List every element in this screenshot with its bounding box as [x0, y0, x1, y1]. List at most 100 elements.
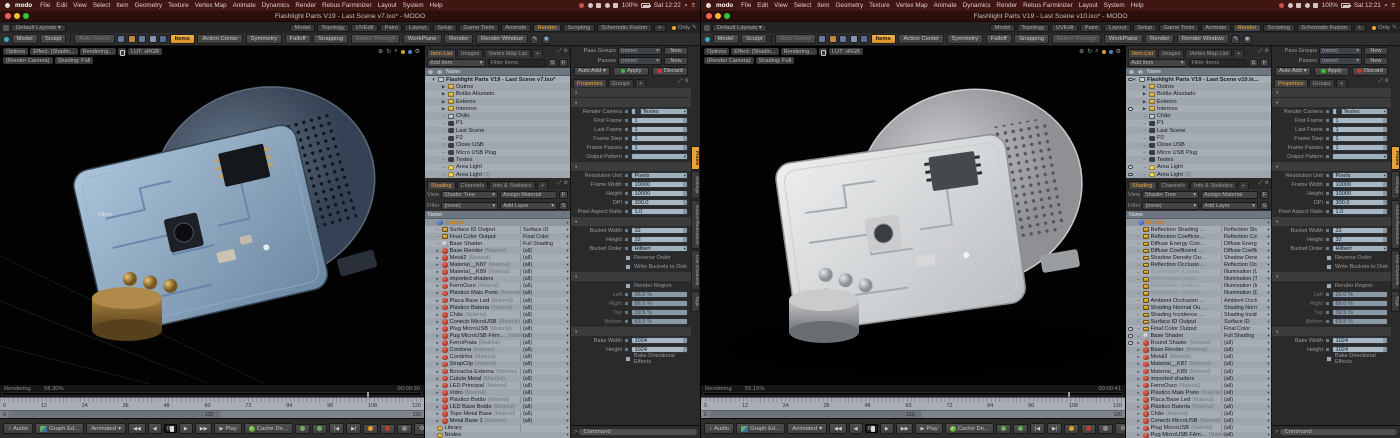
shader-row[interactable]: – Base Shader Full Shading ▾	[1126, 333, 1271, 340]
menu-item[interactable]: Vertex Map	[195, 2, 227, 9]
shader-view-dropdown[interactable]: Shader Tree▾	[1142, 191, 1199, 199]
property-row[interactable]: ▾ Last Frame Last Frame 1	[571, 125, 691, 134]
property-row[interactable]: ▾ Left Left 36.0 %	[1272, 290, 1391, 299]
workplane-button[interactable]: WorkPlane	[403, 34, 442, 44]
action-center-button[interactable]: Action Center	[197, 34, 243, 44]
field-value-box[interactable]: Hilbert	[631, 245, 688, 252]
shader-row[interactable]: ▸ Vidro (Material) (all) ▾	[425, 389, 570, 396]
layout-tab[interactable]: +	[1354, 24, 1366, 32]
vp-gear-icon[interactable]: ⚙	[1116, 48, 1121, 55]
shader-row[interactable]: ▸ Plástico Mais Preto (Material) (all) ▾	[425, 290, 570, 297]
field-value-box[interactable]: 36.0 %	[1332, 291, 1388, 298]
play-button[interactable]: ▶Play	[915, 423, 942, 434]
menu-item[interactable]: Select	[93, 2, 111, 9]
channel-toggle-icon[interactable]	[1325, 338, 1330, 343]
scope-s-button[interactable]: S	[548, 59, 557, 67]
panel-tab[interactable]: Item List	[1128, 49, 1157, 57]
volume-icon[interactable]	[613, 3, 618, 8]
channel-toggle-icon[interactable]	[624, 200, 629, 205]
field-value-box[interactable]: Testes	[1332, 108, 1388, 115]
field-value-box[interactable]: 1024	[1332, 337, 1388, 344]
field-value-box[interactable]: 1	[631, 144, 688, 151]
refresh-button[interactable]	[1013, 424, 1028, 434]
field-value-box[interactable]	[631, 153, 688, 160]
command-input[interactable]: Command	[579, 429, 697, 435]
spotlight-icon[interactable]: ⌕	[684, 2, 688, 10]
item-tree-root[interactable]: ▼Flashlight Parts V19 - Last Scene v7.lx…	[425, 76, 570, 83]
effect-dropdown-icon[interactable]: ▾	[566, 220, 568, 226]
field-value-box[interactable]: 1	[631, 126, 688, 133]
vertical-tab[interactable]: Tags	[1391, 291, 1400, 311]
wifi-icon[interactable]	[1305, 3, 1310, 8]
menu-item[interactable]: Edit	[757, 2, 768, 9]
slider-handle[interactable]	[170, 426, 174, 432]
vp-option-dot2-icon[interactable]	[1109, 50, 1113, 54]
control-center-icon[interactable]: ≡	[691, 2, 695, 9]
effect-dropdown-icon[interactable]: ▾	[1267, 319, 1269, 325]
field-value-box[interactable]: 1	[1332, 135, 1388, 142]
effect-dropdown-icon[interactable]: ▾	[566, 376, 568, 382]
pen-tool-icon[interactable]: ✎	[1231, 35, 1240, 44]
menu-item[interactable]: Select	[794, 2, 812, 9]
minimize-icon[interactable]	[14, 13, 20, 19]
property-row[interactable]: ▾ Bucket Order Bucket Order Hilbert	[1272, 244, 1391, 253]
shader-row[interactable]: ▸ Cutula Metal (Material) (all) ▾	[425, 375, 570, 382]
property-row[interactable]: ▾ DPI DPI 300.0	[571, 198, 691, 207]
effect-dropdown-icon[interactable]: ▾	[566, 276, 568, 282]
channel-toggle-icon[interactable]	[624, 191, 629, 196]
layout-tab[interactable]: Schematic Fusion	[597, 24, 652, 32]
channel-toggle-icon[interactable]	[624, 182, 629, 187]
property-row[interactable]: ▾ Region Region	[1272, 272, 1391, 281]
items-mode-button[interactable]: Items	[871, 34, 896, 44]
panel-tab[interactable]: Channels	[457, 181, 489, 189]
effect-dropdown-icon[interactable]: ▾	[1267, 390, 1269, 396]
effect-dropdown-icon[interactable]: ▾	[566, 347, 568, 353]
field-value-box[interactable]: 10000	[631, 181, 688, 188]
shader-row[interactable]: ▸ FerroOuro (Material) (all) ▾	[425, 283, 570, 290]
channel-toggle-icon[interactable]	[1325, 182, 1330, 187]
shader-row[interactable]: – Diffuse Coefficient Output Diffuse Coe…	[1126, 247, 1271, 254]
panel-tab[interactable]: Shading	[427, 181, 456, 189]
channel-toggle-icon[interactable]	[1325, 228, 1330, 233]
prev-frame-button[interactable]: ◀	[849, 423, 863, 434]
go-to-end-button[interactable]: ▶▶	[195, 423, 213, 434]
graph-editor-button[interactable]: Graph Ed...	[736, 423, 785, 434]
property-row[interactable]: ▾ Region Region	[571, 272, 691, 281]
shader-row[interactable]: – Ambient Occlusion Output Ambient Occlu…	[1126, 297, 1271, 304]
discard-button[interactable]: Discard	[1352, 67, 1388, 76]
effect-dropdown-icon[interactable]: ▾	[1267, 290, 1269, 296]
shader-row[interactable]: ▸ Material__K89 (Material) (all) ▾	[1126, 368, 1271, 375]
item-tree-row[interactable]: – P2	[425, 134, 570, 141]
layout-tab[interactable]: Render	[1233, 24, 1261, 32]
viewport-camera-button[interactable]: (Render Camera)	[704, 57, 754, 64]
property-row[interactable]: ▾ Left Left 36.0 %	[571, 290, 691, 299]
pen-tool-icon[interactable]: ✎	[530, 35, 539, 44]
field-value-box[interactable]: 32	[1332, 236, 1388, 243]
timeline-ruler[interactable]: 01224364860728496108120	[0, 397, 424, 410]
effect-dropdown-icon[interactable]: ▾	[566, 319, 568, 325]
menu-item[interactable]: View	[73, 2, 87, 9]
pass-groups-dropdown[interactable]: (none)▾	[618, 47, 662, 55]
shader-row[interactable]: ▸ Base Render (Material) (all) ▾	[1126, 347, 1271, 354]
panel-tab[interactable]: Channels	[1158, 181, 1190, 189]
effect-dropdown-icon[interactable]: ▾	[566, 354, 568, 360]
effect-dropdown-icon[interactable]: ▾	[566, 383, 568, 389]
effect-dropdown-icon[interactable]: ▾	[566, 390, 568, 396]
property-row[interactable]: ▾ DPI DPI 300.0	[1272, 198, 1391, 207]
current-frame-slider[interactable]: 0	[865, 424, 878, 433]
effect-dropdown-icon[interactable]: ▾	[566, 312, 568, 318]
shader-row[interactable]: ▸ Topo Metal Base (Material) (all) ▾	[425, 411, 570, 418]
item-tree-row[interactable]: – Chão	[425, 112, 570, 119]
home-icon[interactable]	[3, 25, 9, 31]
symmetry-button[interactable]: Symmetry	[947, 34, 984, 44]
property-row[interactable]: ▾ Render Camera Render Camera Testes	[1272, 107, 1391, 116]
refresh-button[interactable]	[312, 424, 327, 434]
passes-new-button[interactable]: New	[1364, 57, 1388, 65]
shader-row[interactable]: – Illumination (Indirect) Output Illumin…	[1126, 283, 1271, 290]
pin-icon[interactable]: ✎	[692, 24, 697, 31]
effect-dropdown-icon[interactable]: ▾	[1267, 298, 1269, 304]
vp-option-dot2-icon[interactable]	[408, 50, 412, 54]
viewport-options-button[interactable]: Options	[3, 48, 28, 55]
symmetry-button[interactable]: Symmetry	[246, 34, 283, 44]
effect-dropdown-icon[interactable]: ▾	[566, 418, 568, 424]
